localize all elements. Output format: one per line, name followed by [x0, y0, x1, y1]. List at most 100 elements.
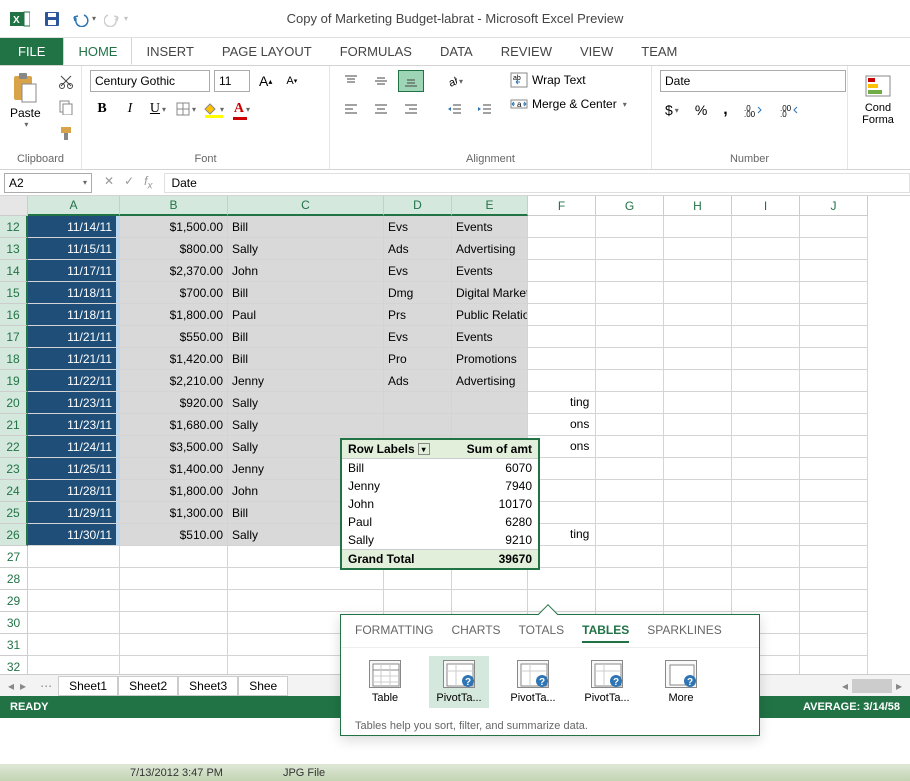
sheet-tab-shee[interactable]: Shee [238, 676, 288, 696]
cell-C28[interactable] [228, 568, 384, 590]
cell-F29[interactable] [528, 590, 596, 612]
cell-H26[interactable] [664, 524, 732, 546]
cell-J31[interactable] [800, 634, 868, 656]
sheet-nav-prev-icon[interactable]: ◂ [8, 679, 14, 693]
align-top-icon[interactable] [338, 70, 364, 92]
cell-I20[interactable] [732, 392, 800, 414]
cell-J17[interactable] [800, 326, 868, 348]
cell-B26[interactable]: $510.00 [120, 524, 228, 546]
column-header-I[interactable]: I [732, 196, 800, 216]
sheet-nav-more-icon[interactable]: ⋯ [34, 679, 58, 693]
cell-E19[interactable]: Advertising [452, 370, 528, 392]
format-painter-icon[interactable] [53, 122, 79, 144]
merge-center-button[interactable]: a Merge & Center ▾ [506, 94, 631, 114]
cell-C14[interactable]: John [228, 260, 384, 282]
ribbon-tab-insert[interactable]: INSERT [132, 37, 207, 65]
cell-H29[interactable] [664, 590, 732, 612]
cell-D18[interactable]: Pro [384, 348, 452, 370]
row-header-17[interactable]: 17 [0, 326, 28, 348]
ribbon-tab-page-layout[interactable]: PAGE LAYOUT [208, 37, 326, 65]
qa-item-4[interactable]: ?More [651, 656, 711, 708]
cell-J15[interactable] [800, 282, 868, 304]
cell-H24[interactable] [664, 480, 732, 502]
redo-icon[interactable]: ▾ [104, 7, 128, 31]
qa-tab-totals[interactable]: TOTALS [519, 623, 565, 643]
pivot-filter-icon[interactable]: ▾ [418, 443, 430, 455]
cell-I27[interactable] [732, 546, 800, 568]
italic-button[interactable]: I [118, 98, 142, 120]
cell-J26[interactable] [800, 524, 868, 546]
cell-A26[interactable]: 11/30/11 [28, 524, 120, 546]
qa-item-3[interactable]: ?PivotTa... [577, 656, 637, 708]
undo-icon[interactable]: ▾ [72, 7, 96, 31]
cell-B15[interactable]: $700.00 [120, 282, 228, 304]
comma-format-icon[interactable]: , [718, 98, 732, 122]
bold-button[interactable]: B [90, 98, 114, 120]
borders-button[interactable]: ▾ [174, 98, 198, 120]
cell-C17[interactable]: Bill [228, 326, 384, 348]
sheet-nav-next-icon[interactable]: ▸ [20, 679, 26, 693]
decrease-decimal-icon[interactable]: .00.0 [775, 98, 805, 122]
cell-B22[interactable]: $3,500.00 [120, 436, 228, 458]
cell-D13[interactable]: Ads [384, 238, 452, 260]
qa-item-1[interactable]: ?PivotTa... [429, 656, 489, 708]
cell-J20[interactable] [800, 392, 868, 414]
cell-G24[interactable] [596, 480, 664, 502]
select-all-corner[interactable] [0, 196, 28, 216]
cell-I15[interactable] [732, 282, 800, 304]
cell-A30[interactable] [28, 612, 120, 634]
save-icon[interactable] [40, 7, 64, 31]
cell-A16[interactable]: 11/18/11 [28, 304, 120, 326]
hscroll-track[interactable] [852, 679, 892, 693]
underline-button[interactable]: U▾ [146, 98, 170, 120]
cell-I29[interactable] [732, 590, 800, 612]
cell-C15[interactable]: Bill [228, 282, 384, 304]
cell-A29[interactable] [28, 590, 120, 612]
cell-A20[interactable]: 11/23/11 [28, 392, 120, 414]
cell-J27[interactable] [800, 546, 868, 568]
row-header-25[interactable]: 25 [0, 502, 28, 524]
font-size-input[interactable] [214, 70, 250, 92]
font-color-button[interactable]: A▾ [230, 98, 254, 120]
name-box[interactable]: A2 ▾ [4, 173, 92, 193]
cell-H25[interactable] [664, 502, 732, 524]
row-header-29[interactable]: 29 [0, 590, 28, 612]
qa-item-2[interactable]: ?PivotTa... [503, 656, 563, 708]
fill-color-button[interactable]: ▾ [202, 98, 226, 120]
cell-A32[interactable] [28, 656, 120, 674]
conditional-formatting-icon[interactable] [864, 74, 892, 102]
cell-E17[interactable]: Events [452, 326, 528, 348]
decrease-font-icon[interactable]: A▾ [281, 72, 302, 90]
cell-F20[interactable] [528, 392, 596, 414]
cell-G21[interactable] [596, 414, 664, 436]
hscroll-right-icon[interactable]: ▸ [896, 679, 902, 693]
row-header-21[interactable]: 21 [0, 414, 28, 436]
cell-G25[interactable] [596, 502, 664, 524]
cell-J21[interactable] [800, 414, 868, 436]
cell-A17[interactable]: 11/21/11 [28, 326, 120, 348]
cell-J14[interactable] [800, 260, 868, 282]
cell-B30[interactable] [120, 612, 228, 634]
cell-D19[interactable]: Ads [384, 370, 452, 392]
cell-I17[interactable] [732, 326, 800, 348]
cell-I19[interactable] [732, 370, 800, 392]
cell-B14[interactable]: $2,370.00 [120, 260, 228, 282]
cell-C20[interactable]: Sally [228, 392, 384, 414]
cell-A18[interactable]: 11/21/11 [28, 348, 120, 370]
cell-A27[interactable] [28, 546, 120, 568]
cell-B23[interactable]: $1,400.00 [120, 458, 228, 480]
row-header-13[interactable]: 13 [0, 238, 28, 260]
font-name-input[interactable] [90, 70, 210, 92]
cell-G17[interactable] [596, 326, 664, 348]
cell-G28[interactable] [596, 568, 664, 590]
cell-C13[interactable]: Sally [228, 238, 384, 260]
cell-F16[interactable] [528, 304, 596, 326]
cell-G29[interactable] [596, 590, 664, 612]
cell-J13[interactable] [800, 238, 868, 260]
cell-B19[interactable]: $2,210.00 [120, 370, 228, 392]
align-center-icon[interactable] [368, 98, 394, 120]
row-header-28[interactable]: 28 [0, 568, 28, 590]
column-header-B[interactable]: B [120, 196, 228, 216]
hscroll-left-icon[interactable]: ◂ [842, 679, 848, 693]
cell-A28[interactable] [28, 568, 120, 590]
